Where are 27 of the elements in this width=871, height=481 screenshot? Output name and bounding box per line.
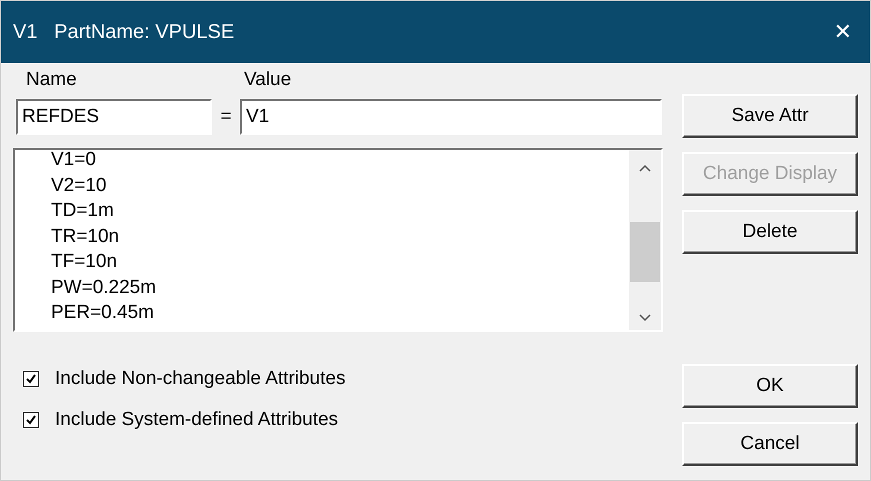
value-label: Value [244,69,292,92]
attribute-item[interactable]: TD=1m [51,199,629,224]
attribute-item[interactable]: V2=10 [51,174,629,199]
name-label: Name [26,69,78,92]
equals-sign: = [219,106,233,128]
attribute-item[interactable]: V1=0 [51,150,629,174]
dialog-button[interactable]: Delete [682,210,858,254]
attribute-item[interactable]: PER=0.45m [51,301,629,326]
dialog-button[interactable]: Save Attr [682,94,858,138]
checkbox-label: Include System-defined Attributes [55,409,338,431]
scroll-up-icon[interactable] [639,164,651,172]
scroll-down-icon[interactable] [639,314,651,322]
checkbox-label: Include Non-changeable Attributes [55,368,346,390]
scrollbar[interactable] [629,150,661,330]
value-field[interactable]: V1 [240,99,662,135]
dialog-button[interactable]: OK [682,364,858,408]
dialog-button[interactable]: Cancel [682,422,858,466]
checkbox[interactable] [23,371,39,387]
checkbox[interactable] [23,412,39,428]
attribute-item[interactable]: TR=10n [51,224,629,250]
attribute-item[interactable]: PW=0.225m [51,276,629,301]
close-button[interactable]: ✕ [826,16,860,48]
window-title: V1 PartName: VPULSE [13,20,234,44]
scroll-thumb[interactable] [630,222,660,282]
attribute-list[interactable]: V1=0 V2=10 TD=1m TR=10n TF=10n PW=0.225m PER=0.45m [13,148,663,332]
attribute-item[interactable]: TF=10n [51,250,629,276]
name-field[interactable]: REFDES [16,99,212,135]
